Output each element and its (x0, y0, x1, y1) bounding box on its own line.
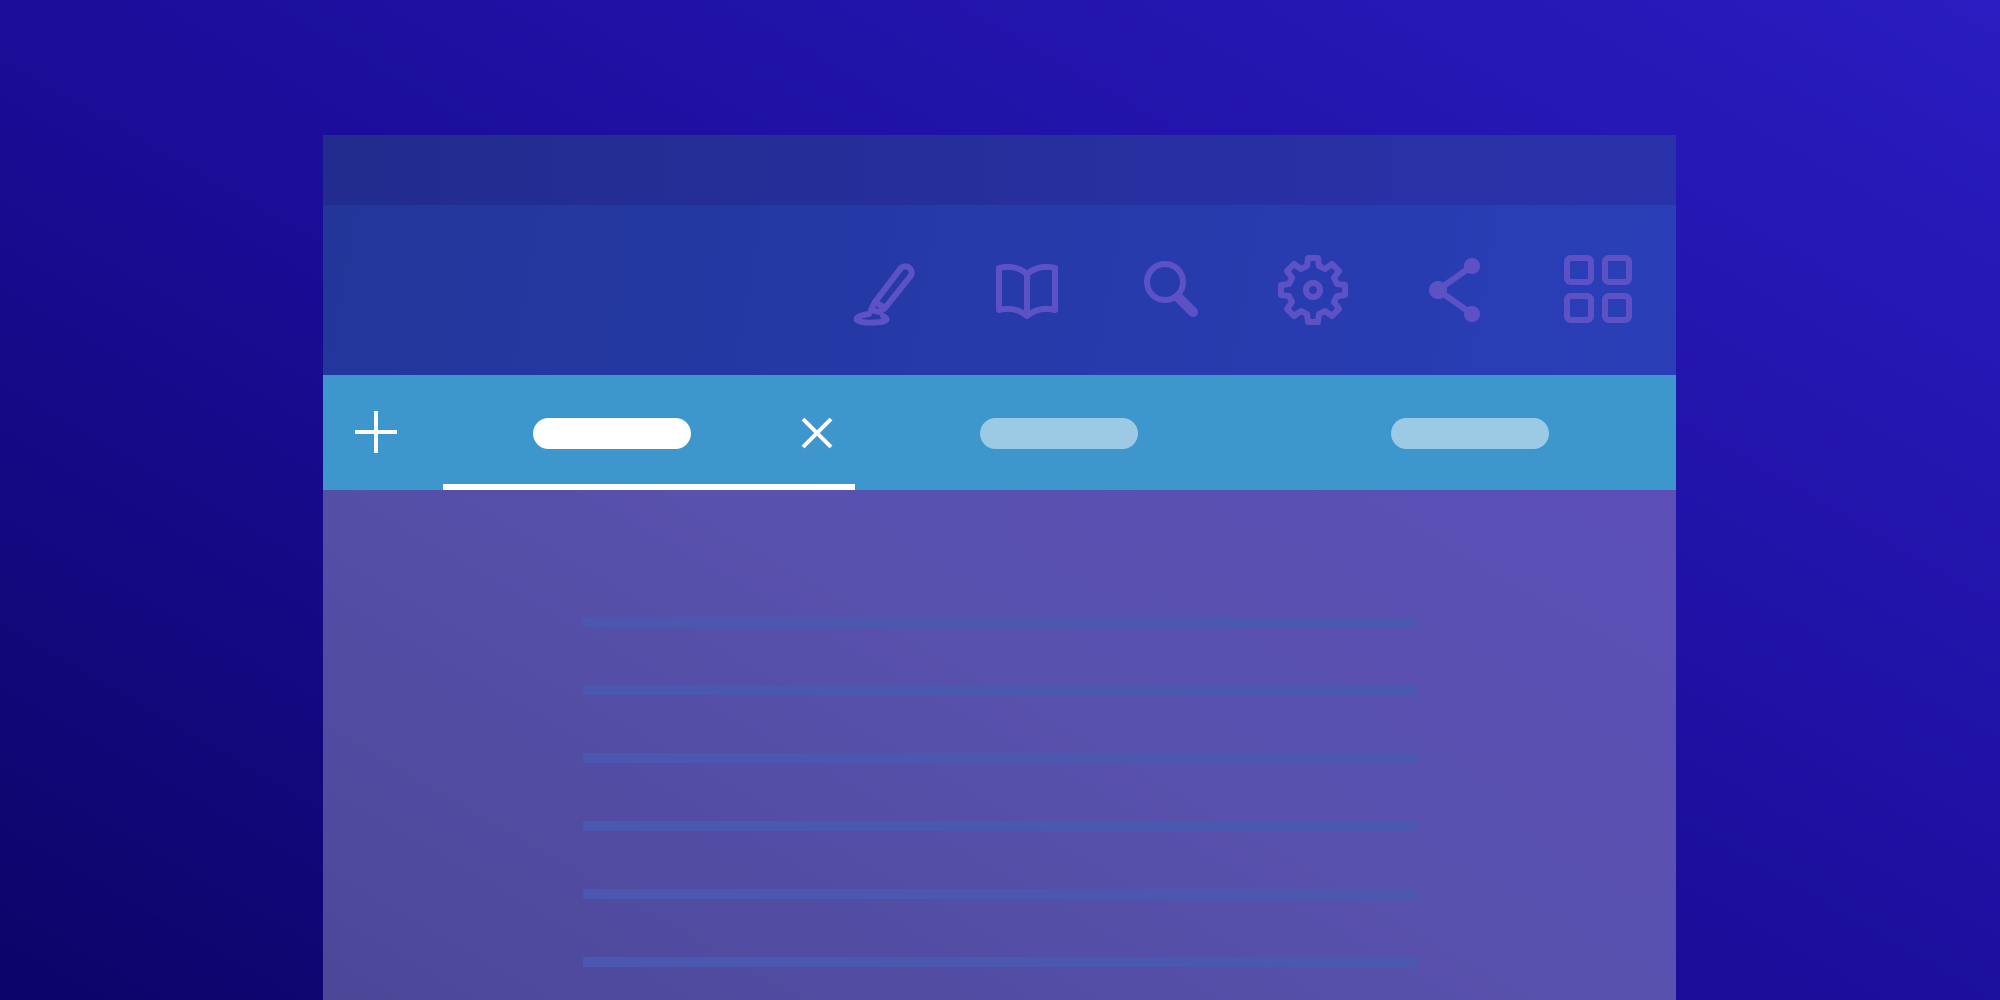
tab-label (980, 418, 1138, 449)
toolbar (323, 205, 1676, 375)
title-bar (323, 135, 1676, 205)
tab-label (1391, 418, 1549, 449)
tab-1[interactable] (443, 375, 855, 490)
text-line-placeholder (583, 753, 1418, 763)
tab-bar (323, 375, 1676, 490)
apps-button[interactable] (1559, 250, 1639, 330)
search-button[interactable] (1131, 250, 1211, 330)
search-icon (1144, 261, 1198, 317)
text-line-placeholder (583, 617, 1418, 627)
reader-button[interactable] (987, 250, 1067, 330)
close-tab-button[interactable] (797, 413, 837, 453)
text-line-placeholder (583, 685, 1418, 695)
settings-button[interactable] (1273, 250, 1353, 330)
share-icon (1429, 258, 1480, 322)
tab-3[interactable] (1303, 375, 1676, 490)
text-line-placeholder (583, 889, 1418, 899)
new-tab-button[interactable] (351, 407, 401, 457)
highlighter-icon (853, 263, 915, 326)
tab-label (533, 418, 691, 449)
close-icon (801, 417, 833, 449)
app-window (323, 135, 1676, 1000)
tab-2[interactable] (893, 375, 1293, 490)
document-content (323, 490, 1676, 1000)
text-line-placeholder (583, 821, 1418, 831)
gear-icon (1278, 255, 1348, 325)
share-button[interactable] (1416, 250, 1496, 330)
text-line-placeholder (583, 957, 1418, 967)
book-icon (996, 263, 1058, 319)
grid-icon (1564, 255, 1632, 323)
plus-icon (355, 411, 397, 453)
highlighter-button[interactable] (843, 250, 923, 330)
